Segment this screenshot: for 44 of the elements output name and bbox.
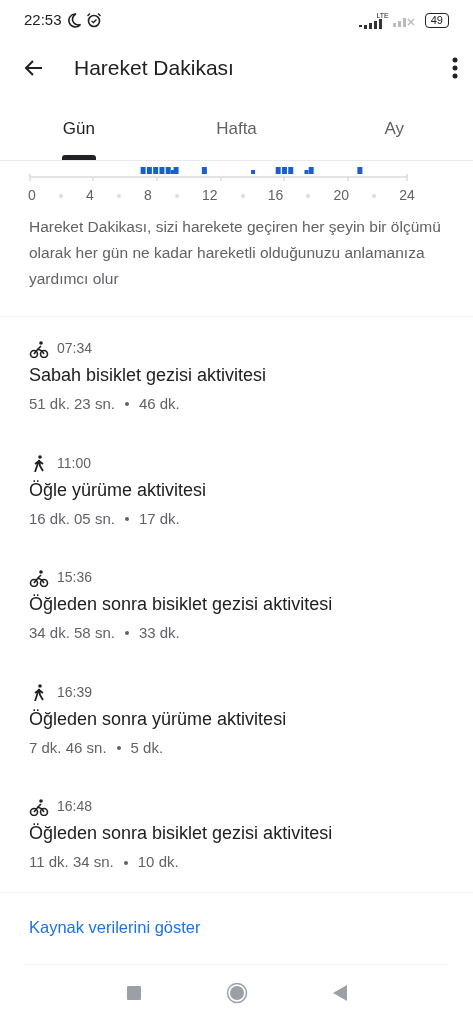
activity-duration: 16 dk. 05 sn.: [29, 508, 115, 529]
description-text: Hareket Dakikası, sizi harekete geçiren her şeyin bir ölçümü olarak her gün ne kadar hareketli olduğunuzu anlamanıza yardımcı olur: [28, 217, 442, 289]
move-minutes: 17 dk.: [138, 508, 180, 529]
source-data-link[interactable]: Kaynak verilerini göster: [29, 917, 201, 936]
move-minutes: 10 dk.: [137, 852, 179, 873]
activity-duration: 51 dk. 23 sn.: [29, 394, 115, 414]
activity-time: 07:34: [57, 339, 93, 358]
axis-label: 4: [86, 186, 94, 205]
activity-title[interactable]: Öğle yürüme aktivitesi: [29, 476, 444, 504]
axis-label: 8: [143, 186, 152, 205]
axis-label: 20: [333, 186, 350, 205]
activity-duration: 7 dk. 46 sn.: [29, 737, 107, 758]
move-minutes: 33 dk.: [138, 623, 180, 644]
activity-time: 16:39: [57, 682, 93, 702]
activity-title[interactable]: Öğleden sonra bisiklet gezisi aktivitesi: [29, 591, 444, 619]
tab[interactable]: Gün: [0, 104, 158, 160]
moon-icon: [65, 12, 82, 28]
axis-label: 12: [201, 186, 218, 205]
recents-icon[interactable]: [125, 984, 142, 1001]
battery-level: 49: [424, 12, 449, 28]
home-icon[interactable]: [225, 981, 248, 1004]
activity-title[interactable]: Öğleden sonra bisiklet gezisi aktivitesi: [29, 820, 444, 848]
activity-time: 11:00: [57, 453, 91, 473]
status-time: 22:53: [24, 9, 62, 30]
axis-label: 0: [28, 186, 36, 205]
bicycle-icon: [29, 339, 49, 358]
move-minutes: 46 dk.: [138, 394, 180, 414]
activity-title[interactable]: Öğleden sonra yürüme aktivitesi: [29, 705, 444, 733]
alarm-icon: [85, 12, 102, 28]
tab[interactable]: Hafta: [157, 104, 316, 160]
more-icon[interactable]: [451, 56, 459, 80]
move-minutes: 5 dk.: [130, 737, 164, 758]
screen-title: Hareket Dakikası: [74, 55, 235, 82]
activity-title[interactable]: Sabah bisiklet gezisi aktivitesi: [29, 362, 444, 389]
axis-label: 16: [267, 186, 284, 205]
bicycle-icon: [29, 797, 49, 816]
axis-label: 24: [399, 186, 415, 205]
back-nav-icon[interactable]: [331, 983, 348, 1002]
bicycle-icon: [29, 568, 49, 587]
activity-duration: 11 dk. 34 sn.: [29, 852, 114, 873]
tab[interactable]: Ay: [315, 104, 473, 160]
activity-time: 16:48: [57, 797, 93, 817]
activity-duration: 34 dk. 58 sn.: [29, 623, 115, 644]
activity-time: 15:36: [57, 568, 93, 588]
